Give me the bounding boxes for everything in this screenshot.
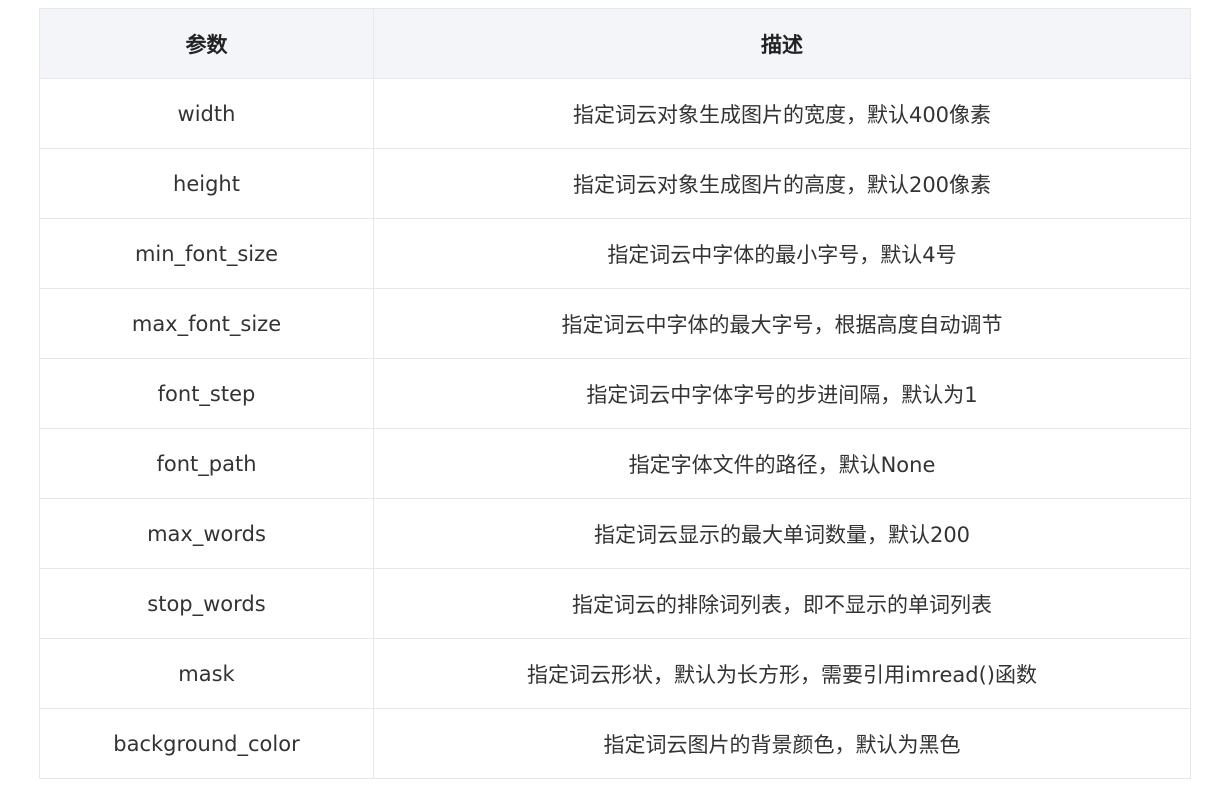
param-cell: font_path: [39, 428, 374, 499]
table-row: width 指定词云对象生成图片的宽度，默认400像素: [39, 78, 1191, 149]
table-row: font_step 指定词云中字体字号的步进间隔，默认为1: [39, 358, 1191, 429]
description-cell: 指定词云中字体字号的步进间隔，默认为1: [373, 358, 1191, 429]
description-cell: 指定词云形状，默认为长方形，需要引用imread()函数: [373, 638, 1191, 709]
table-row: min_font_size 指定词云中字体的最小字号，默认4号: [39, 218, 1191, 289]
description-cell: 指定词云对象生成图片的高度，默认200像素: [373, 148, 1191, 219]
description-cell: 指定词云的排除词列表，即不显示的单词列表: [373, 568, 1191, 639]
header-parameter: 参数: [39, 8, 374, 79]
table-row: stop_words 指定词云的排除词列表，即不显示的单词列表: [39, 568, 1191, 639]
description-cell: 指定词云中字体的最小字号，默认4号: [373, 218, 1191, 289]
parameter-table-container: 参数 描述 width 指定词云对象生成图片的宽度，默认400像素 height…: [39, 8, 1191, 779]
description-cell: 指定词云显示的最大单词数量，默认200: [373, 498, 1191, 569]
param-cell: max_words: [39, 498, 374, 569]
table-row: font_path 指定字体文件的路径，默认None: [39, 428, 1191, 499]
table-body: width 指定词云对象生成图片的宽度，默认400像素 height 指定词云对…: [39, 78, 1191, 779]
description-cell: 指定词云图片的背景颜色，默认为黑色: [373, 708, 1191, 779]
param-cell: stop_words: [39, 568, 374, 639]
description-cell: 指定词云对象生成图片的宽度，默认400像素: [373, 78, 1191, 149]
parameter-table: 参数 描述 width 指定词云对象生成图片的宽度，默认400像素 height…: [39, 8, 1191, 779]
table-row: max_font_size 指定词云中字体的最大字号，根据高度自动调节: [39, 288, 1191, 359]
param-cell: height: [39, 148, 374, 219]
param-cell: mask: [39, 638, 374, 709]
table-row: mask 指定词云形状，默认为长方形，需要引用imread()函数: [39, 638, 1191, 709]
param-cell: max_font_size: [39, 288, 374, 359]
param-cell: min_font_size: [39, 218, 374, 289]
table-row: background_color 指定词云图片的背景颜色，默认为黑色: [39, 708, 1191, 779]
description-cell: 指定词云中字体的最大字号，根据高度自动调节: [373, 288, 1191, 359]
header-row: 参数 描述: [39, 8, 1191, 79]
header-description: 描述: [373, 8, 1191, 79]
table-row: max_words 指定词云显示的最大单词数量，默认200: [39, 498, 1191, 569]
table-row: height 指定词云对象生成图片的高度，默认200像素: [39, 148, 1191, 219]
param-cell: font_step: [39, 358, 374, 429]
param-cell: background_color: [39, 708, 374, 779]
description-cell: 指定字体文件的路径，默认None: [373, 428, 1191, 499]
table-header: 参数 描述: [39, 8, 1191, 79]
param-cell: width: [39, 78, 374, 149]
